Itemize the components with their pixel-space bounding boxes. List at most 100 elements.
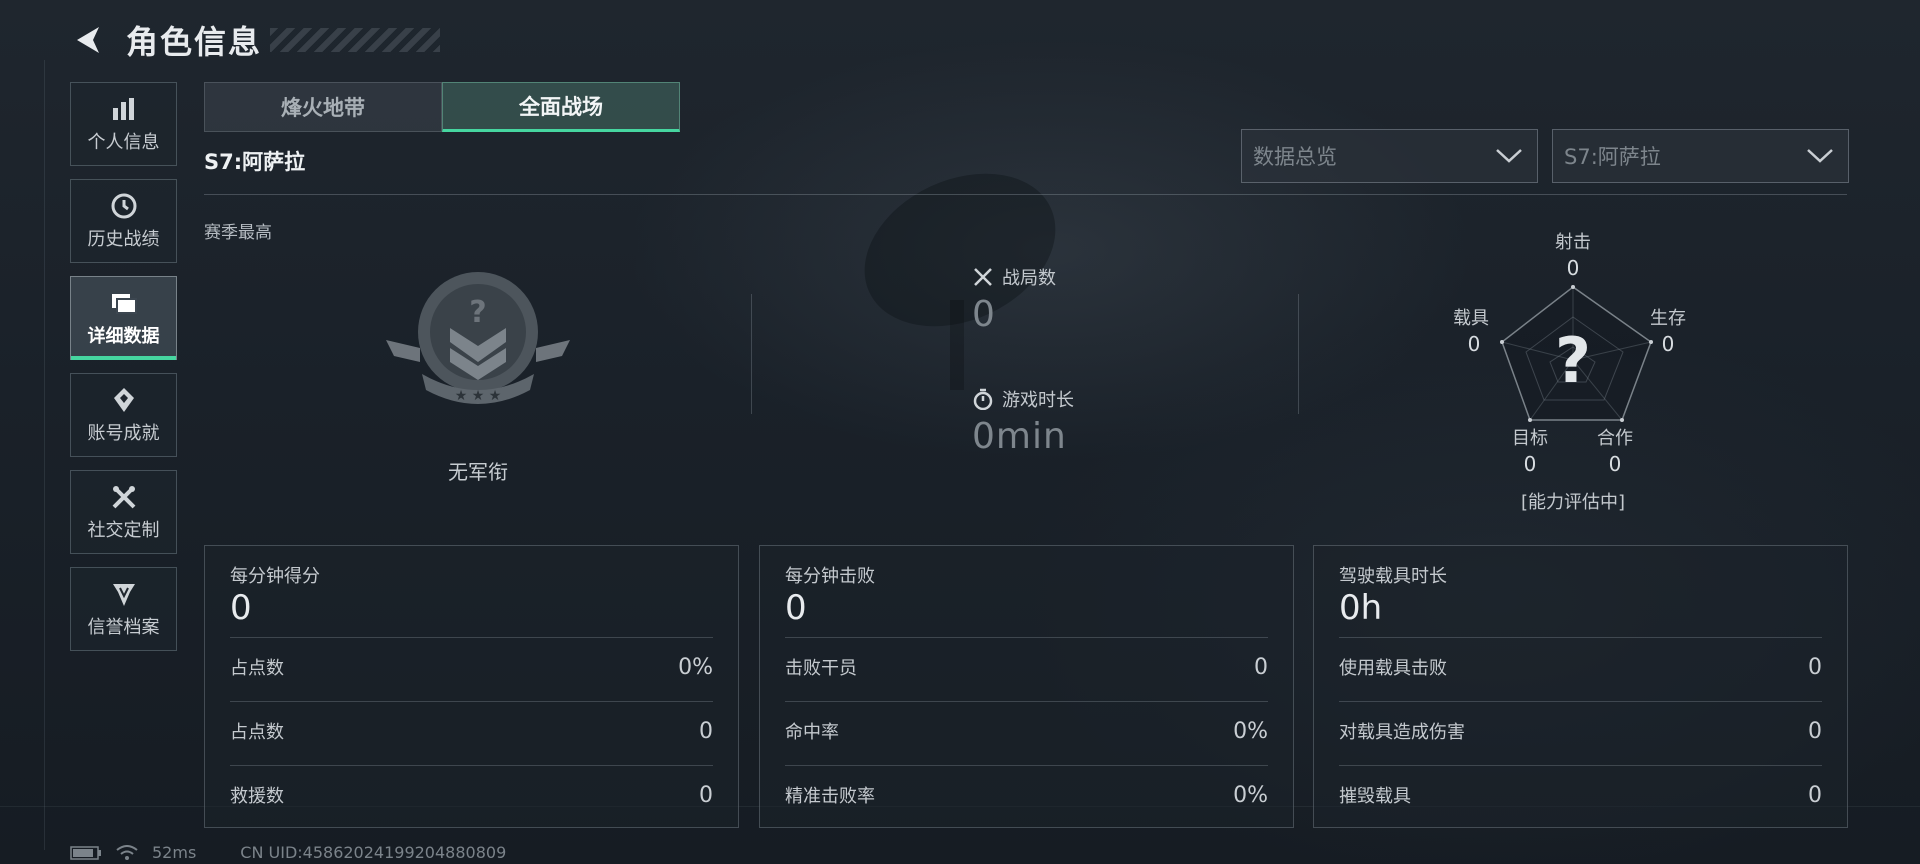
- sidebar-item-label: 个人信息: [87, 132, 160, 153]
- sidebar-item-personal-info[interactable]: 个人信息: [70, 82, 177, 166]
- sidebar-item-label: 账号成就: [87, 423, 160, 444]
- folder-icon: [109, 288, 139, 318]
- stopwatch-icon: [972, 388, 994, 410]
- stat-row-label: 精准击败率: [785, 786, 875, 807]
- stat-row-label: 对载具造成伤害: [1339, 722, 1465, 743]
- sidebar-item-credit[interactable]: 信誉档案: [70, 567, 177, 651]
- divider: [785, 637, 1268, 638]
- bar-chart-icon: [109, 94, 139, 124]
- divider: [1298, 294, 1299, 414]
- sidebar-item-detailed-data[interactable]: 详细数据: [70, 276, 177, 360]
- radar-value-objective: 0: [1523, 452, 1537, 476]
- data-type-dropdown[interactable]: 数据总览: [1241, 129, 1538, 183]
- rank-name: 无军衔: [448, 460, 508, 484]
- season-title: S7:阿萨拉: [204, 150, 306, 174]
- header: 角色信息: [70, 16, 441, 64]
- stat-row: 占点数 0%: [230, 652, 713, 682]
- radar-center-question: ?: [1555, 324, 1591, 397]
- divider: [785, 701, 1268, 702]
- stat-row: 使用载具击败 0: [1339, 652, 1822, 682]
- radar-label-survival: 生存: [1650, 308, 1686, 329]
- playtime-label: 游戏时长: [1002, 390, 1074, 411]
- divider: [204, 194, 1847, 195]
- stat-row-label: 摧毁载具: [1339, 786, 1411, 807]
- stat-row: 摧毁载具 0: [1339, 780, 1822, 810]
- stat-row-value: 0%: [678, 654, 713, 680]
- dropdown-value: S7:阿萨拉: [1564, 145, 1661, 169]
- radar-value-survival: 0: [1661, 332, 1675, 356]
- playtime-value: 0min: [972, 416, 1067, 457]
- divider: [751, 294, 752, 414]
- card-title: 每分钟击败: [785, 566, 875, 587]
- matches-stat: 战局数 0: [972, 264, 1056, 335]
- user-uid: CN UID:45862024199204880809: [240, 843, 507, 862]
- stat-row: 对载具造成伤害 0: [1339, 716, 1822, 746]
- rank-emblem-icon: ? ★ ★ ★: [386, 272, 570, 404]
- divider: [785, 765, 1268, 766]
- stat-row-value: 0: [1808, 654, 1822, 680]
- divider: [230, 765, 713, 766]
- status-bar: 52ms CN UID:45862024199204880809: [70, 843, 520, 862]
- stat-row-value: 0: [1808, 718, 1822, 744]
- vehicle-card: 驾驶载具时长 0h 使用载具击败 0 对载具造成伤害 0 摧毁载具 0: [1313, 545, 1848, 828]
- stat-row: 命中率 0%: [785, 716, 1268, 746]
- stat-row-label: 占点数: [230, 658, 284, 679]
- card-main-value: 0: [230, 588, 252, 628]
- radar-label-objective: 目标: [1512, 428, 1548, 449]
- tab-fire-zone[interactable]: 烽火地带: [204, 82, 442, 132]
- stat-row-value: 0: [699, 782, 713, 808]
- stat-row-value: 0: [699, 718, 713, 744]
- dropdown-value: 数据总览: [1253, 145, 1337, 169]
- card-main-value: 0: [785, 588, 807, 628]
- stat-row-value: 0: [1254, 654, 1268, 680]
- page-title: 角色信息: [126, 23, 263, 61]
- crossed-swords-icon: [972, 266, 994, 288]
- stat-row: 占点数 0: [230, 716, 713, 746]
- ping-value: 52ms: [152, 843, 197, 862]
- svg-text:?: ?: [469, 295, 486, 330]
- sidebar-item-achievements[interactable]: 账号成就: [70, 373, 177, 457]
- stat-row-value: 0%: [1233, 782, 1268, 808]
- kills-card: 每分钟击败 0 击败干员 0 命中率 0% 精准击败率 0%: [759, 545, 1294, 828]
- sidebar-item-label: 社交定制: [87, 520, 160, 541]
- chevron-down-icon: [1807, 149, 1833, 163]
- divider: [230, 637, 713, 638]
- card-title: 驾驶载具时长: [1339, 566, 1447, 587]
- sidebar: 个人信息 历史战绩 详细数据 账号成就 社交定制 信誉档案: [70, 82, 179, 664]
- sidebar-item-social[interactable]: 社交定制: [70, 470, 177, 554]
- back-button[interactable]: [70, 20, 106, 60]
- tab-full-battlefield[interactable]: 全面战场: [442, 82, 680, 132]
- wifi-icon: [116, 844, 138, 861]
- matches-value: 0: [972, 294, 996, 335]
- radar-value-vehicle: 0: [1467, 332, 1481, 356]
- card-title: 每分钟得分: [230, 566, 320, 587]
- credit-badge-icon: [109, 579, 139, 609]
- battery-icon: [70, 845, 102, 860]
- stat-row-label: 击败干员: [785, 658, 857, 679]
- bg-grid-line: [44, 60, 45, 850]
- ability-radar: ? 射击 0 生存 0 合作 0 目标 0 载具 0 [能力评估中]: [1430, 220, 1730, 520]
- sidebar-item-history[interactable]: 历史战绩: [70, 179, 177, 263]
- stat-row: 精准击败率 0%: [785, 780, 1268, 810]
- sidebar-item-label: 详细数据: [87, 326, 160, 347]
- stat-row-value: 0%: [1233, 718, 1268, 744]
- stat-row-label: 占点数: [230, 722, 284, 743]
- tools-icon: [109, 482, 139, 512]
- title-decoration: [270, 28, 441, 52]
- back-arrow-icon: [77, 27, 99, 53]
- season-best-label: 赛季最高: [204, 223, 272, 243]
- stat-row: 救援数 0: [230, 780, 713, 810]
- sidebar-item-label: 历史战绩: [87, 229, 160, 250]
- divider: [1339, 701, 1822, 702]
- divider: [1339, 637, 1822, 638]
- stat-row-label: 使用载具击败: [1339, 658, 1447, 679]
- radar-label-vehicle: 载具: [1453, 308, 1489, 329]
- radar-label-cooperation: 合作: [1597, 428, 1633, 449]
- stat-row-label: 救援数: [230, 786, 284, 807]
- radar-value-shooting: 0: [1566, 256, 1580, 280]
- season-dropdown[interactable]: S7:阿萨拉: [1552, 129, 1849, 183]
- radar-label-shooting: 射击: [1555, 232, 1591, 253]
- radar-value-cooperation: 0: [1608, 452, 1622, 476]
- sidebar-item-label: 信誉档案: [87, 617, 160, 638]
- score-card: 每分钟得分 0 占点数 0% 占点数 0 救援数 0: [204, 545, 739, 828]
